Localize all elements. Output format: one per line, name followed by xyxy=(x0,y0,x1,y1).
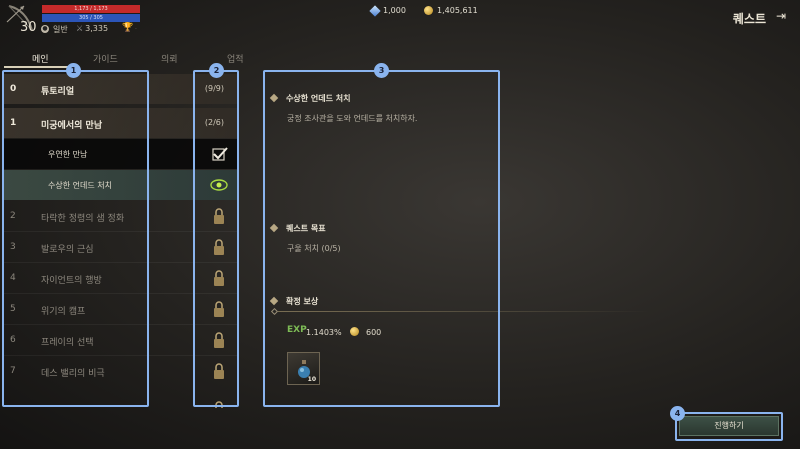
character-level: 30 xyxy=(20,20,37,35)
gem-icon xyxy=(369,4,381,17)
tab-main[interactable]: 메인 xyxy=(32,52,49,65)
trophy-icon[interactable]: 🏆 xyxy=(122,23,133,33)
gold-coin-icon xyxy=(424,6,433,15)
hp-bar: 1,173 / 1,173 xyxy=(42,5,140,13)
gem-currency: 1,000 xyxy=(369,4,406,17)
annotation-box-2 xyxy=(193,70,239,407)
annotation-number-4: 4 xyxy=(670,406,685,421)
character-class: 일반 xyxy=(53,25,68,34)
combat-power: ⚔ 3,335 xyxy=(76,24,108,33)
annotation-box-3 xyxy=(263,70,500,407)
mp-bar: 305 / 305 xyxy=(42,14,140,22)
annotation-number-3: 3 xyxy=(374,63,389,78)
tab-guide[interactable]: 가이드 xyxy=(93,52,118,65)
combat-power-value: 3,335 xyxy=(85,24,109,33)
tab-request[interactable]: 의뢰 xyxy=(161,52,178,65)
dot-icon: · xyxy=(135,26,137,33)
swords-icon: ⚔ xyxy=(76,24,84,33)
gem-amount: 1,000 xyxy=(383,6,406,15)
annotation-number-1: 1 xyxy=(66,63,81,78)
page-title: 퀘스트 xyxy=(732,12,766,26)
annotation-box-4 xyxy=(675,412,783,441)
top-bar: 30 ● 일반 1,173 / 1,173 305 / 305 ⚔ 3,335 🏆… xyxy=(0,0,800,38)
exit-icon[interactable]: ⇥ xyxy=(776,9,786,23)
tab-underline xyxy=(4,66,74,68)
gold-currency: 1,405,611 xyxy=(424,6,478,15)
tab-achievement[interactable]: 업적 xyxy=(227,52,244,65)
gold-amount: 1,405,611 xyxy=(437,6,478,15)
annotation-box-1 xyxy=(2,70,149,407)
annotation-number-2: 2 xyxy=(209,63,224,78)
class-badge-icon: ● xyxy=(41,25,49,33)
